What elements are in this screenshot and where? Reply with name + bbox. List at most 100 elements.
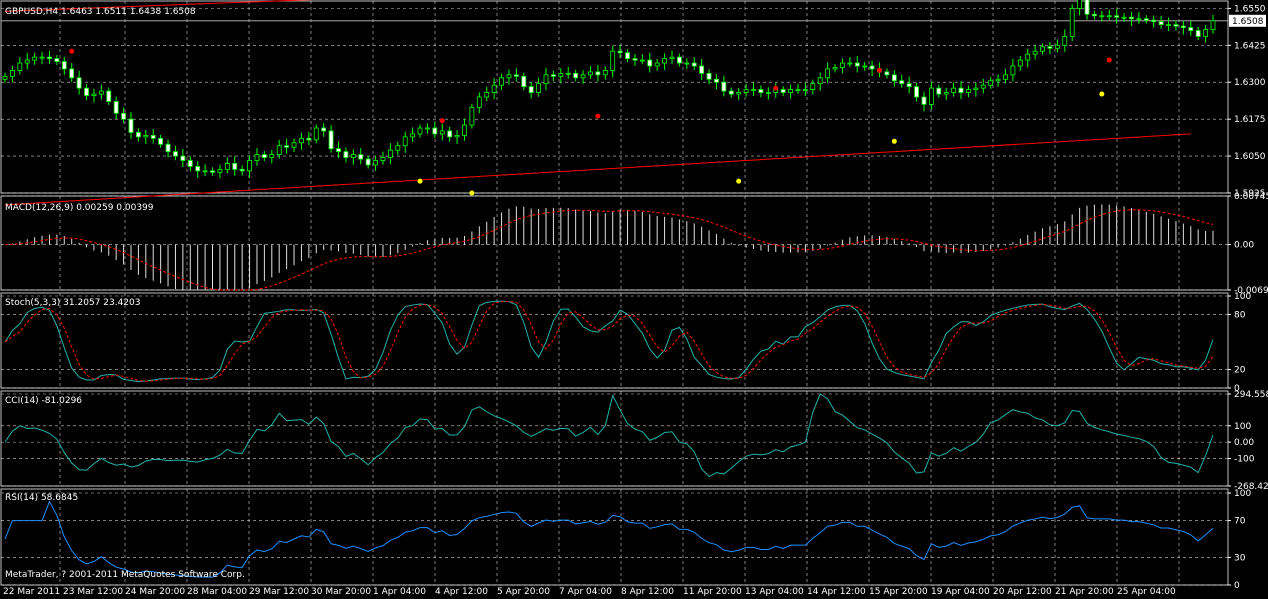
candle-bull — [254, 154, 260, 161]
candle-bear — [1158, 21, 1164, 26]
candle-bull — [10, 70, 15, 77]
candle-bull — [1136, 18, 1142, 21]
y-tick-label: 100 — [1234, 422, 1251, 432]
y-tick-label: 294.558 — [1234, 390, 1268, 400]
candle-bull — [1040, 46, 1045, 52]
candle-bear — [884, 71, 890, 76]
candle-bull — [684, 62, 690, 65]
candle-bear — [69, 68, 75, 79]
y-tick-label: 0.00745 — [1234, 192, 1268, 202]
candle-bull — [973, 87, 979, 91]
candle-bear — [1114, 15, 1120, 18]
stochastic-title: Stoch(5,3,3) 31.2057 23.4203 — [5, 298, 140, 308]
candle-bull — [840, 62, 845, 68]
fractal-down-marker — [1099, 91, 1105, 97]
candle-bear — [76, 77, 82, 89]
candle-bull — [217, 168, 223, 173]
fractal-up-marker — [773, 85, 779, 91]
candle-bull — [17, 62, 23, 71]
candle-bear — [1092, 13, 1097, 17]
candle-bear — [714, 78, 719, 83]
y-tick-label: -100 — [1234, 454, 1255, 464]
candle-bear — [113, 101, 119, 114]
candle-bear — [758, 89, 764, 93]
candle-bear — [573, 72, 579, 79]
candle-bear — [187, 160, 193, 167]
candle-bull — [499, 77, 504, 86]
candle-bull — [1210, 20, 1216, 31]
fractal-up-marker — [1106, 57, 1112, 63]
candle-bear — [921, 96, 927, 105]
candle-bear — [328, 130, 334, 150]
candle-bear — [899, 80, 905, 85]
x-tick-label: 24 Mar 20:00 — [125, 587, 185, 597]
y-tick-label: 0.00 — [1234, 241, 1254, 251]
candle-bull — [847, 62, 853, 65]
x-tick-label: 21 Apr 20:00 — [1055, 587, 1114, 597]
candle-bull — [928, 87, 934, 105]
y-tick-label: 0.00 — [1234, 438, 1254, 448]
candle-bull — [825, 68, 831, 79]
candle-bull — [639, 59, 645, 62]
candle-bull — [654, 62, 660, 67]
candle-bull — [269, 154, 275, 158]
candle-bull — [788, 89, 793, 93]
candle-bull — [1099, 15, 1105, 18]
candle-bull — [765, 92, 771, 94]
y-tick-label: 100 — [1234, 489, 1251, 499]
candle-bear — [158, 137, 164, 145]
candle-bear — [625, 52, 630, 59]
candle-bull — [662, 58, 667, 64]
y-tick-label: 0 — [1234, 581, 1240, 591]
y-tick-label: 1.6425 — [1234, 41, 1266, 51]
candle-bull — [350, 154, 356, 158]
candle-bull — [1003, 74, 1008, 80]
x-tick-label: 15 Apr 20:00 — [869, 587, 928, 597]
candle-bear — [358, 154, 364, 160]
candle-bull — [832, 67, 838, 70]
candle-bull — [1166, 24, 1171, 27]
candle-bear — [632, 58, 638, 61]
candle-bear — [706, 72, 712, 80]
y-tick-label: 100 — [1234, 292, 1251, 302]
candle-bear — [914, 86, 919, 98]
candle-bear — [261, 154, 267, 158]
candle-bull — [1017, 59, 1023, 67]
x-tick-label: 11 Apr 20:00 — [683, 587, 742, 597]
candle-bear — [617, 50, 623, 54]
x-tick-label: 4 Apr 12:00 — [435, 587, 488, 597]
candle-bull — [2, 75, 8, 80]
candle-bull — [1106, 15, 1112, 18]
x-tick-label: 8 Apr 12:00 — [621, 587, 674, 597]
candle-bear — [84, 87, 89, 96]
metatrader-chart[interactable]: 22 Mar 2011 23 Mar 12:00 24 Mar 20:00 28 Ma… — [0, 0, 1268, 599]
x-tick-label: 14 Apr 12:00 — [807, 587, 866, 597]
y-tick-label: 1.6050 — [1234, 152, 1266, 162]
candle-bull — [1077, 0, 1083, 9]
candle-bull — [1054, 44, 1060, 49]
fractal-down-marker — [417, 178, 423, 184]
candle-bull — [402, 136, 408, 147]
candle-bear — [47, 56, 52, 60]
y-tick-label: 1.6300 — [1234, 78, 1266, 88]
candle-bull — [276, 145, 282, 156]
candle-bull — [387, 149, 393, 158]
candle-bear — [135, 132, 141, 138]
y-tick-label: 1.6175 — [1234, 115, 1266, 125]
current-price-label: 1.6508 — [1232, 17, 1264, 27]
candle-bear — [513, 74, 519, 77]
fractal-up-marker — [439, 118, 445, 124]
candle-bull — [1121, 16, 1127, 19]
y-tick-label: 20 — [1234, 366, 1246, 376]
symbol-title: GBPUSD,H4 1.6463 1.6511 1.6438 1.6508 — [5, 7, 196, 17]
candle-bear — [521, 75, 527, 88]
candle-bull — [602, 70, 608, 76]
candle-bull — [24, 59, 30, 64]
candle-bear — [1188, 27, 1194, 31]
candle-bull — [425, 127, 430, 130]
fractal-up-marker — [69, 48, 75, 54]
candle-bull — [39, 56, 45, 59]
y-tick-label: 1.6550 — [1234, 4, 1266, 14]
candle-bull — [506, 74, 512, 79]
candle-bear — [150, 134, 156, 139]
